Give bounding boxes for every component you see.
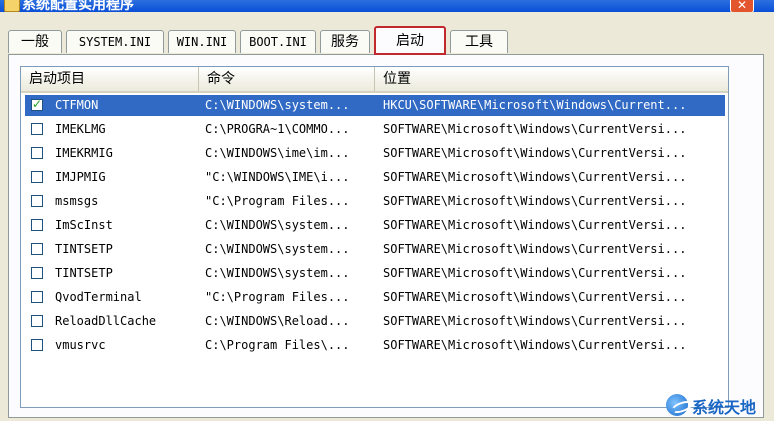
title-bar: 系统配置实用程序 ✕ <box>0 0 774 12</box>
list-item[interactable]: IMJPMIG "C:\WINDOWS\IME\i... SOFTWARE\Mi… <box>25 167 725 188</box>
item-location: SOFTWARE\Microsoft\Windows\CurrentVersi.… <box>383 170 687 184</box>
item-name: msmsgs <box>55 194 99 208</box>
list-item[interactable]: IMEKRMIG C:\WINDOWS\ime\im... SOFTWARE\M… <box>25 143 725 164</box>
checkbox[interactable] <box>31 291 43 303</box>
checkbox[interactable] <box>31 123 43 135</box>
column-header-location[interactable]: 位置 <box>375 67 728 91</box>
item-name: IMEKRMIG <box>55 146 113 160</box>
tab-win-ini[interactable]: WIN.INI <box>168 30 236 53</box>
checkbox[interactable] <box>31 243 43 255</box>
app-icon <box>4 0 20 12</box>
tab-system-ini[interactable]: SYSTEM.INI <box>66 30 164 53</box>
item-name: TINTSETP <box>55 266 113 280</box>
item-location: SOFTWARE\Microsoft\Windows\CurrentVersi.… <box>383 242 687 256</box>
list-item[interactable]: QvodTerminal "C:\Program Files... SOFTWA… <box>25 287 725 308</box>
tab-strip: 一般 SYSTEM.INI WIN.INI BOOT.INI 服务 启动 工具 <box>8 26 768 55</box>
item-name: TINTSETP <box>55 242 113 256</box>
checkbox[interactable] <box>31 171 43 183</box>
item-location: SOFTWARE\Microsoft\Windows\CurrentVersi.… <box>383 194 687 208</box>
tab-startup[interactable]: 启动 <box>374 26 446 55</box>
item-command: C:\WINDOWS\system... <box>205 98 350 112</box>
tab-boot-ini[interactable]: BOOT.INI <box>240 30 316 53</box>
list-item[interactable]: TINTSETP C:\WINDOWS\system... SOFTWARE\M… <box>25 239 725 260</box>
tab-services[interactable]: 服务 <box>320 30 370 53</box>
checkbox[interactable] <box>31 97 43 111</box>
item-name: IMEKLMG <box>55 122 106 136</box>
close-button[interactable]: ✕ <box>730 0 754 12</box>
startup-list[interactable]: 启动项目 命令 位置 CTFMON C:\WINDOWS\system... H… <box>20 66 729 408</box>
checkbox[interactable] <box>31 315 43 327</box>
item-location: SOFTWARE\Microsoft\Windows\CurrentVersi.… <box>383 146 687 160</box>
item-location: HKCU\SOFTWARE\Microsoft\Windows\Current.… <box>383 98 687 112</box>
column-header-item[interactable]: 启动项目 <box>21 67 199 91</box>
tab-general[interactable]: 一般 <box>8 30 62 53</box>
item-location: SOFTWARE\Microsoft\Windows\CurrentVersi.… <box>383 290 687 304</box>
item-name: IMJPMIG <box>55 170 106 184</box>
item-command: C:\WINDOWS\system... <box>205 242 350 256</box>
checkbox[interactable] <box>31 219 43 231</box>
list-item[interactable]: TINTSETP C:\WINDOWS\system... SOFTWARE\M… <box>25 263 725 284</box>
watermark-text: 系统天地 <box>692 398 757 417</box>
item-location: SOFTWARE\Microsoft\Windows\CurrentVersi.… <box>383 314 687 328</box>
column-header-command[interactable]: 命令 <box>199 67 375 91</box>
item-location: SOFTWARE\Microsoft\Windows\CurrentVersi.… <box>383 266 687 280</box>
item-name: ReloadDllCache <box>55 314 157 328</box>
item-location: SOFTWARE\Microsoft\Windows\CurrentVersi.… <box>383 218 687 232</box>
item-command: "C:\WINDOWS\IME\i... <box>205 170 350 184</box>
window-title: 系统配置实用程序 <box>22 0 134 12</box>
item-name: CTFMON <box>53 95 205 116</box>
item-command: "C:\Program Files... <box>205 194 350 208</box>
list-item[interactable]: IMEKLMG C:\PROGRA~1\COMMO... SOFTWARE\Mi… <box>25 119 725 140</box>
list-item[interactable]: ImScInst C:\WINDOWS\system... SOFTWARE\M… <box>25 215 725 236</box>
item-command: C:\Program Files\... <box>205 338 350 352</box>
checkbox[interactable] <box>31 147 43 159</box>
item-command: C:\WINDOWS\system... <box>205 266 350 280</box>
logo-icon <box>666 394 688 416</box>
list-header: 启动项目 命令 位置 <box>21 67 728 93</box>
item-command: "C:\Program Files... <box>205 290 350 304</box>
item-location: SOFTWARE\Microsoft\Windows\CurrentVersi.… <box>383 338 687 352</box>
list-item[interactable]: ReloadDllCache C:\WINDOWS\Reload... SOFT… <box>25 311 725 332</box>
list-item[interactable]: vmusrvc C:\Program Files\... SOFTWARE\Mi… <box>25 335 725 356</box>
list-item[interactable]: CTFMON C:\WINDOWS\system... HKCU\SOFTWAR… <box>25 95 725 116</box>
item-command: C:\PROGRA~1\COMMO... <box>205 122 350 136</box>
item-name: ImScInst <box>55 218 113 232</box>
checkbox[interactable] <box>31 267 43 279</box>
item-name: QvodTerminal <box>55 290 142 304</box>
tab-tools[interactable]: 工具 <box>450 30 508 53</box>
checkbox[interactable] <box>31 195 43 207</box>
item-command: C:\WINDOWS\ime\im... <box>205 146 350 160</box>
item-command: C:\WINDOWS\system... <box>205 218 350 232</box>
list-item[interactable]: msmsgs "C:\Program Files... SOFTWARE\Mic… <box>25 191 725 212</box>
site-watermark: 系统天地 <box>666 392 774 418</box>
item-command: C:\WINDOWS\Reload... <box>205 314 350 328</box>
checkbox[interactable] <box>31 339 43 351</box>
item-location: SOFTWARE\Microsoft\Windows\CurrentVersi.… <box>383 122 687 136</box>
item-name: vmusrvc <box>55 338 106 352</box>
